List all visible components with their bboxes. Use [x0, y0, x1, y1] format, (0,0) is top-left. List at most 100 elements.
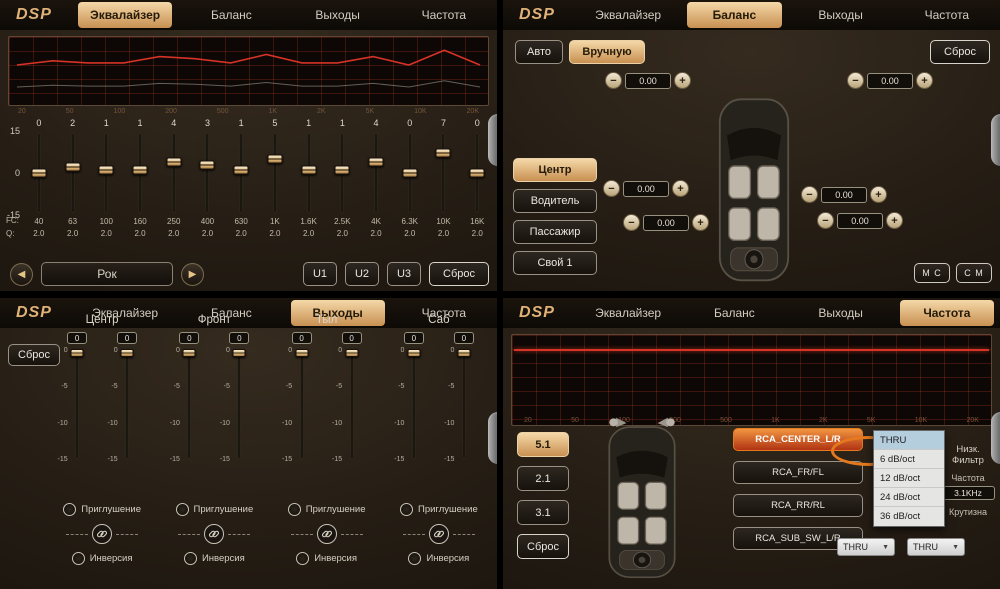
- slider-thumb[interactable]: [233, 349, 246, 357]
- slider-thumb[interactable]: [234, 166, 249, 175]
- link-button[interactable]: [204, 524, 224, 544]
- decrease-button[interactable]: −: [817, 212, 834, 229]
- band-slider[interactable]: [191, 131, 225, 215]
- band-slider[interactable]: [157, 131, 191, 215]
- output-slider[interactable]: 0-5-10-15: [294, 349, 309, 461]
- band-slider[interactable]: [224, 131, 258, 215]
- dropdown-option[interactable]: 36 dB/oct: [874, 507, 944, 526]
- slider-thumb[interactable]: [65, 163, 80, 172]
- slider-thumb[interactable]: [369, 157, 384, 166]
- side-drawer-handle[interactable]: [488, 114, 497, 166]
- cm-button[interactable]: C M: [956, 263, 992, 283]
- position-button[interactable]: Центр: [513, 158, 597, 182]
- mute-checkbox[interactable]: [176, 503, 189, 516]
- position-button[interactable]: Свой 1: [513, 251, 597, 275]
- band-slider[interactable]: [359, 131, 393, 215]
- side-drawer-handle[interactable]: [991, 114, 1000, 166]
- decrease-button[interactable]: −: [847, 72, 864, 89]
- slider-thumb[interactable]: [31, 169, 46, 178]
- slider-thumb[interactable]: [133, 166, 148, 175]
- position-button[interactable]: Водитель: [513, 189, 597, 213]
- band-slider[interactable]: [393, 131, 427, 215]
- slider-thumb[interactable]: [71, 349, 84, 357]
- link-button[interactable]: [92, 524, 112, 544]
- mode-button[interactable]: 5.1: [517, 432, 569, 457]
- slider-thumb[interactable]: [121, 349, 134, 357]
- mute-checkbox[interactable]: [288, 503, 301, 516]
- slider-thumb[interactable]: [436, 149, 451, 158]
- output-slider[interactable]: 0-5-10-15: [182, 349, 197, 461]
- dropdown-option[interactable]: 24 dB/oct: [874, 488, 944, 507]
- dropdown-option[interactable]: 6 dB/oct: [874, 450, 944, 469]
- increase-button[interactable]: +: [870, 186, 887, 203]
- rca-channel-button[interactable]: RCA_FR/FL: [733, 461, 863, 484]
- decrease-button[interactable]: −: [801, 186, 818, 203]
- tab-item[interactable]: Эквалайзер: [581, 2, 675, 28]
- band-slider[interactable]: [292, 131, 326, 215]
- output-slider[interactable]: 0-5-10-15: [232, 349, 247, 461]
- tab-item[interactable]: Выходы: [291, 2, 385, 28]
- dropdown-option[interactable]: THRU: [874, 431, 944, 450]
- tab-item[interactable]: Частота: [900, 2, 994, 28]
- dropdown-option[interactable]: 12 dB/oct: [874, 469, 944, 488]
- slider-thumb[interactable]: [183, 349, 196, 357]
- slider-thumb[interactable]: [99, 166, 114, 175]
- tab-item[interactable]: Частота: [397, 2, 491, 28]
- band-slider[interactable]: [427, 131, 461, 215]
- band-slider[interactable]: [325, 131, 359, 215]
- band-slider[interactable]: [258, 131, 292, 215]
- mc-button[interactable]: M C: [914, 263, 950, 283]
- output-slider[interactable]: 0-5-10-15: [406, 349, 421, 461]
- link-button[interactable]: [317, 524, 337, 544]
- decrease-button[interactable]: −: [605, 72, 622, 89]
- link-button[interactable]: [429, 524, 449, 544]
- preset-prev-button[interactable]: ◀: [10, 263, 33, 286]
- increase-button[interactable]: +: [916, 72, 933, 89]
- side-drawer-handle[interactable]: [488, 412, 497, 464]
- increase-button[interactable]: +: [672, 180, 689, 197]
- invert-checkbox[interactable]: [408, 552, 421, 565]
- tab-item[interactable]: Выходы: [794, 300, 888, 326]
- slider-thumb[interactable]: [166, 157, 181, 166]
- side-drawer-handle[interactable]: [991, 412, 1000, 464]
- tab-item[interactable]: Эквалайзер: [78, 2, 172, 28]
- invert-checkbox[interactable]: [72, 552, 85, 565]
- memory-button[interactable]: U1: [303, 262, 337, 286]
- output-slider[interactable]: 0-5-10-15: [70, 349, 85, 461]
- slider-thumb[interactable]: [457, 349, 470, 357]
- memory-button[interactable]: U2: [345, 262, 379, 286]
- tab-item[interactable]: Эквалайзер: [581, 300, 675, 326]
- invert-checkbox[interactable]: [296, 552, 309, 565]
- increase-button[interactable]: +: [886, 212, 903, 229]
- rca-channel-button[interactable]: RCA_RR/RL: [733, 494, 863, 517]
- manual-button[interactable]: Вручную: [569, 40, 645, 64]
- slope-select-right[interactable]: THRU ▼: [907, 538, 965, 556]
- band-slider[interactable]: [89, 131, 123, 215]
- reset-button[interactable]: Сброс: [517, 534, 569, 559]
- band-slider[interactable]: [123, 131, 157, 215]
- tab-item[interactable]: Баланс: [687, 2, 781, 28]
- slider-thumb[interactable]: [335, 166, 350, 175]
- increase-button[interactable]: +: [674, 72, 691, 89]
- slope-select-left[interactable]: THRU ▼: [837, 538, 895, 556]
- tab-item[interactable]: Частота: [900, 300, 994, 326]
- reset-button[interactable]: Сброс: [930, 40, 990, 64]
- mode-button[interactable]: 3.1: [517, 500, 569, 525]
- band-slider[interactable]: [22, 131, 56, 215]
- memory-button[interactable]: U3: [387, 262, 421, 286]
- position-button[interactable]: Пассажир: [513, 220, 597, 244]
- mode-button[interactable]: 2.1: [517, 466, 569, 491]
- output-slider[interactable]: 0-5-10-15: [120, 349, 135, 461]
- decrease-button[interactable]: −: [623, 214, 640, 231]
- slider-thumb[interactable]: [345, 349, 358, 357]
- band-slider[interactable]: [56, 131, 90, 215]
- slider-thumb[interactable]: [301, 166, 316, 175]
- slider-thumb[interactable]: [267, 155, 282, 164]
- tab-item[interactable]: Баланс: [687, 300, 781, 326]
- invert-checkbox[interactable]: [184, 552, 197, 565]
- tab-item[interactable]: Выходы: [794, 2, 888, 28]
- slider-thumb[interactable]: [402, 169, 417, 178]
- reset-button[interactable]: Сброс: [429, 262, 489, 286]
- slider-thumb[interactable]: [200, 160, 215, 169]
- preset-next-button[interactable]: ▶: [181, 263, 204, 286]
